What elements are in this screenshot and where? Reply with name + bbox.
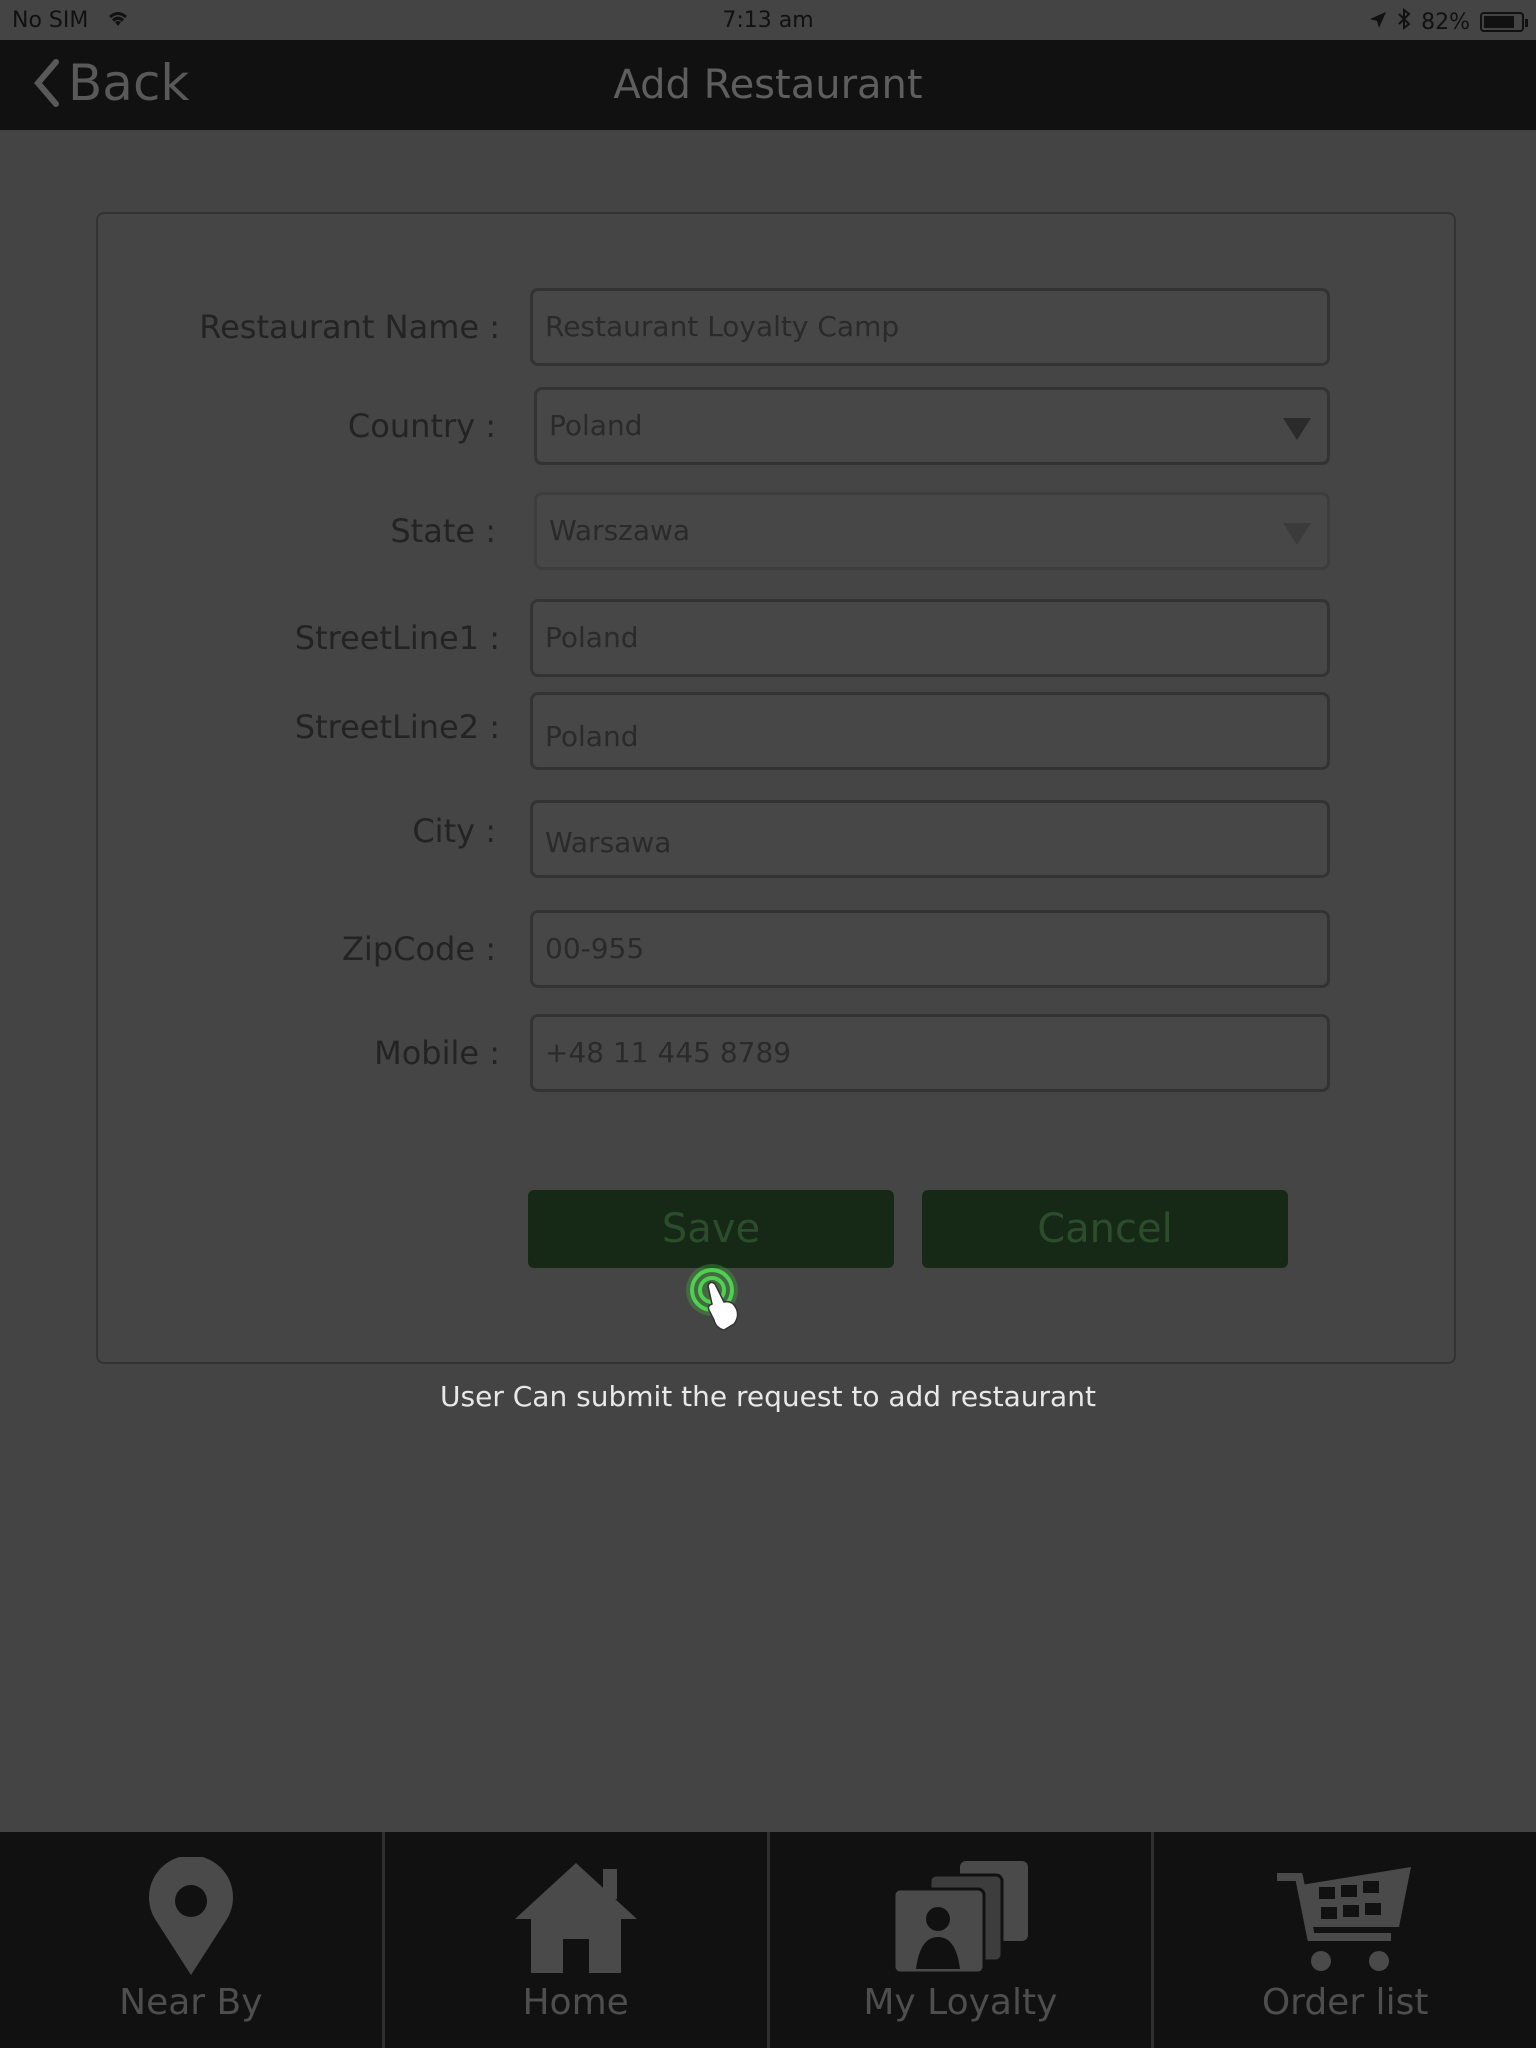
country-label: Country : bbox=[347, 407, 496, 445]
restaurant-name-label: Restaurant Name : bbox=[199, 308, 500, 346]
tab-bar: Near By Home My Loyalty Order list bbox=[0, 1832, 1536, 2048]
state-select-value: Warszawa bbox=[549, 514, 691, 547]
tab-home[interactable]: Home bbox=[381, 1832, 767, 2048]
street1-label: StreetLine1 : bbox=[294, 619, 500, 657]
state-select[interactable]: Warszawa bbox=[534, 492, 1330, 570]
street2-row: StreetLine2 : Poland bbox=[98, 692, 1458, 770]
restaurant-name-row: Restaurant Name : Restaurant Loyalty Cam… bbox=[98, 288, 1458, 366]
save-button[interactable]: Save bbox=[528, 1190, 894, 1268]
tab-label: My Loyalty bbox=[863, 1982, 1058, 2023]
caption-text: User Can submit the request to add resta… bbox=[440, 1380, 1096, 1413]
touch-indicator-icon bbox=[680, 1262, 760, 1342]
nav-bar: Back Add Restaurant bbox=[0, 40, 1536, 130]
street2-label: StreetLine2 : bbox=[294, 708, 500, 746]
state-row: State : Warszawa bbox=[98, 492, 1458, 570]
tab-label: Home bbox=[522, 1982, 629, 2023]
state-label: State : bbox=[390, 512, 496, 550]
zipcode-label: ZipCode : bbox=[342, 930, 496, 968]
cancel-button[interactable]: Cancel bbox=[922, 1190, 1288, 1268]
status-time: 7:13 am bbox=[722, 8, 814, 33]
home-icon bbox=[385, 1852, 767, 1982]
page-title: Add Restaurant bbox=[613, 62, 923, 108]
loyalty-cards-icon bbox=[770, 1852, 1152, 1982]
mobile-input[interactable]: +48 11 445 8789 bbox=[530, 1014, 1330, 1092]
map-pin-icon bbox=[0, 1852, 382, 1982]
street1-row: StreetLine1 : Poland bbox=[98, 599, 1458, 677]
cart-icon bbox=[1154, 1852, 1536, 1982]
mobile-label: Mobile : bbox=[374, 1034, 500, 1072]
tab-label: Near By bbox=[119, 1982, 263, 2023]
mobile-row: Mobile : +48 11 445 8789 bbox=[98, 1014, 1458, 1092]
status-right: 82% bbox=[1369, 7, 1528, 36]
country-select-value: Poland bbox=[549, 409, 643, 442]
city-label: City : bbox=[412, 812, 496, 850]
battery-percent: 82% bbox=[1421, 9, 1470, 35]
city-row: City : Warsawa bbox=[98, 800, 1458, 878]
tab-near-by[interactable]: Near By bbox=[0, 1832, 382, 2048]
tab-my-loyalty[interactable]: My Loyalty bbox=[766, 1832, 1152, 2048]
country-row: Country : Poland bbox=[98, 387, 1458, 465]
status-bar: No SIM 7:13 am 82% bbox=[0, 0, 1536, 40]
location-arrow-icon bbox=[1369, 10, 1387, 35]
country-select[interactable]: Poland bbox=[534, 387, 1330, 465]
dropdown-arrow-icon bbox=[1283, 523, 1311, 545]
bluetooth-icon bbox=[1397, 7, 1411, 36]
city-input[interactable]: Warsawa bbox=[530, 800, 1330, 878]
tab-order-list[interactable]: Order list bbox=[1151, 1832, 1536, 2048]
street1-input[interactable]: Poland bbox=[530, 599, 1330, 677]
battery-icon bbox=[1480, 12, 1528, 32]
dropdown-arrow-icon bbox=[1283, 418, 1311, 440]
street2-input[interactable]: Poland bbox=[530, 692, 1330, 770]
battery-fill bbox=[1484, 16, 1514, 28]
zipcode-row: ZipCode : 00-955 bbox=[98, 910, 1458, 988]
zipcode-input[interactable]: 00-955 bbox=[530, 910, 1330, 988]
tab-label: Order list bbox=[1261, 1982, 1429, 2023]
restaurant-name-input[interactable]: Restaurant Loyalty Camp bbox=[530, 288, 1330, 366]
